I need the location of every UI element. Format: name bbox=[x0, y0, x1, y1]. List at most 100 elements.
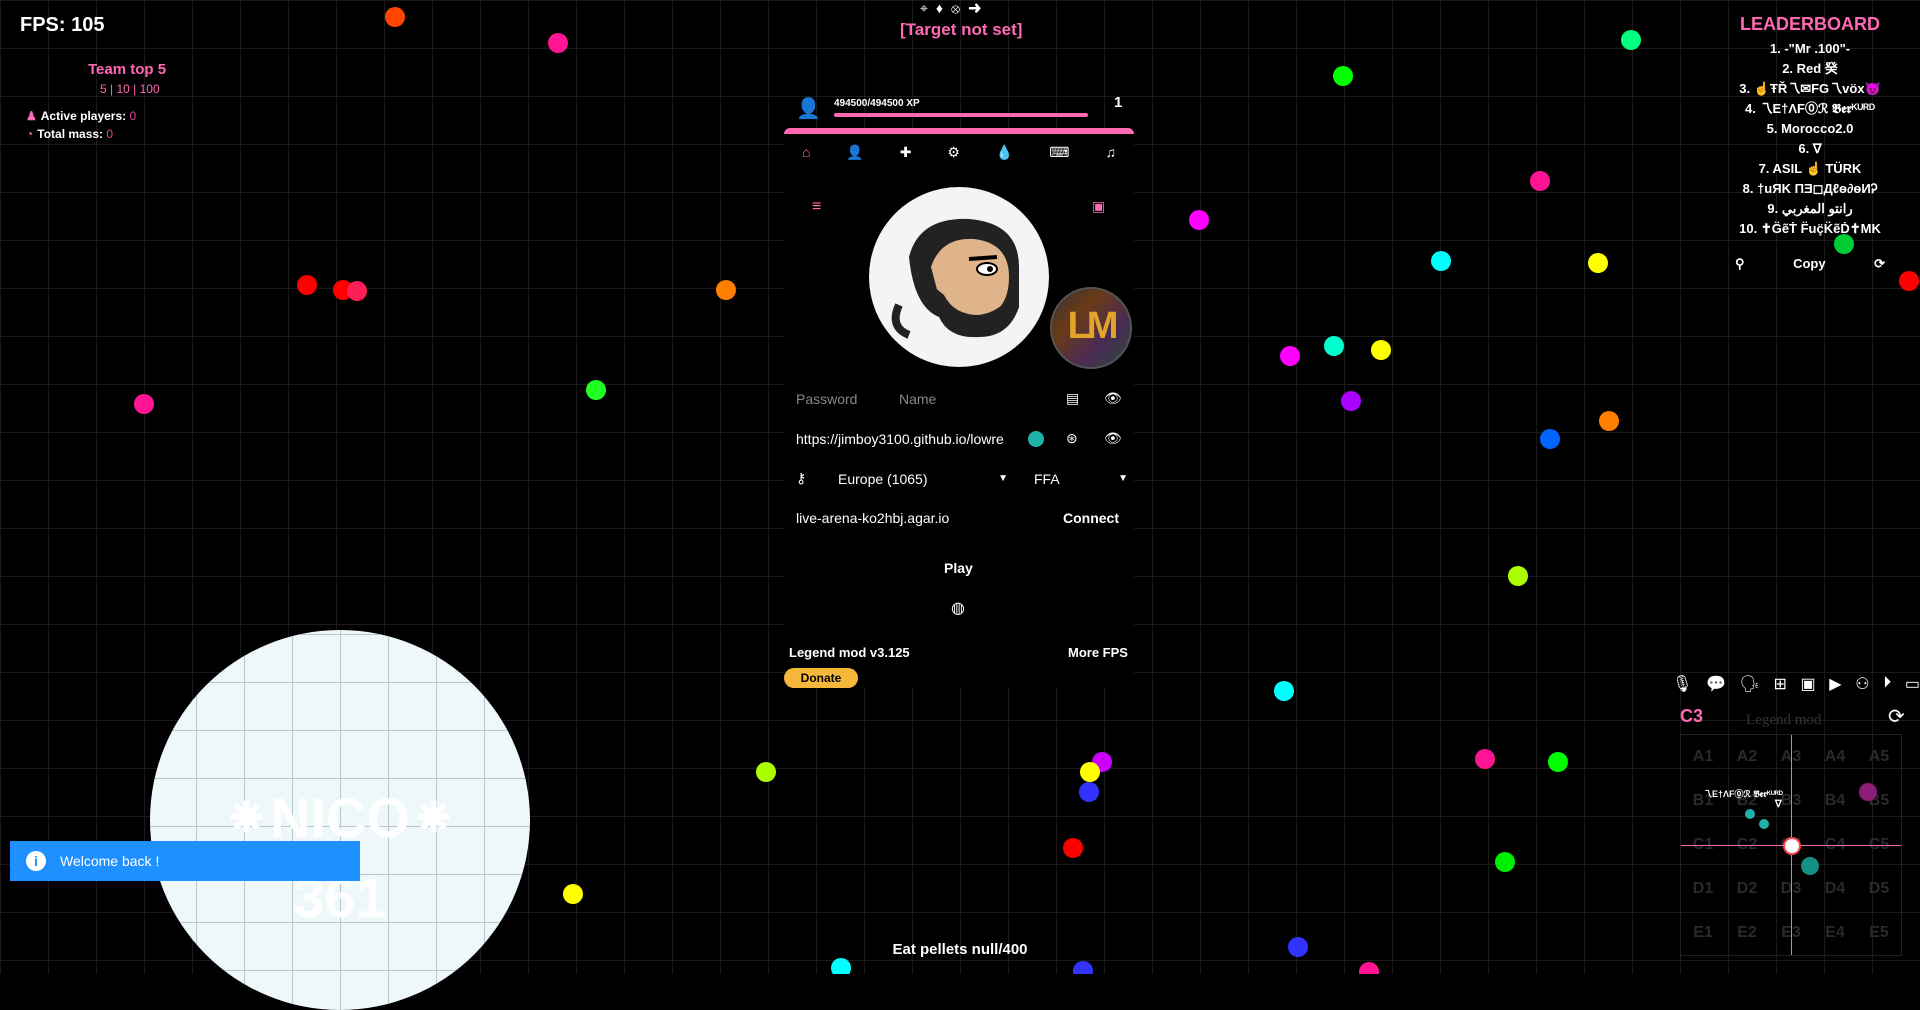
image-icon[interactable]: ▣ bbox=[1801, 674, 1816, 694]
chat-icon[interactable]: 💬 bbox=[1706, 674, 1726, 694]
minimap-cell: D1 bbox=[1692, 880, 1714, 897]
voice-icon[interactable]: 🗣 bbox=[1740, 674, 1760, 694]
leaderboard-item: 5. Morocco2.0 bbox=[1766, 121, 1854, 136]
leaderboard-list: 1. -"Mr .100"- 2. Red 癸 3. ☝ŦŘ乁✉FG乁vöx😈 4. … bbox=[1700, 39, 1920, 239]
minimap-cell: A1 bbox=[1692, 748, 1714, 765]
leaderboard-tools: ⚲ Copy ⟳ bbox=[1735, 256, 1885, 272]
server-input[interactable]: live-arena-ko2hbj.agar.io bbox=[796, 510, 949, 526]
refresh-icon[interactable]: ⟳ bbox=[1874, 256, 1885, 272]
minimap-cell: E2 bbox=[1737, 924, 1757, 941]
crosshair-icon[interactable]: ⌖ bbox=[920, 0, 936, 16]
microphone-icon[interactable]: 🎙 bbox=[1672, 674, 1692, 694]
food-pellet bbox=[1189, 210, 1209, 230]
donate-button[interactable]: Donate bbox=[784, 668, 858, 688]
drop-icon[interactable]: 💧 bbox=[996, 144, 1013, 161]
search-icon[interactable]: ⚲ bbox=[1735, 256, 1745, 272]
hamburger-icon[interactable]: ≡ bbox=[812, 198, 821, 216]
minimap-cell: B4 bbox=[1824, 792, 1846, 809]
password-input[interactable]: Password bbox=[796, 391, 857, 407]
color-picker[interactable] bbox=[1028, 431, 1044, 447]
minimap-dot bbox=[1859, 783, 1877, 801]
minimap-dot bbox=[1759, 819, 1769, 829]
food-pellet bbox=[563, 884, 583, 904]
team-top-title: Team top 5 bbox=[88, 61, 167, 78]
user-icon[interactable]: 👤 bbox=[846, 144, 863, 161]
play-icon[interactable]: ⏵ bbox=[1883, 674, 1891, 694]
close-circle-icon[interactable]: ⊗ bbox=[951, 0, 968, 16]
clan-tag-icon[interactable]: ▤ bbox=[1066, 390, 1079, 407]
food-pellet bbox=[1333, 66, 1353, 86]
welcome-toast[interactable]: i Welcome back ! bbox=[10, 841, 360, 881]
tree-icon[interactable]: ⊞ bbox=[1773, 674, 1786, 694]
food-pellet bbox=[1324, 336, 1344, 356]
eye-icon-2[interactable]: 👁 bbox=[1104, 430, 1122, 447]
pin-icon[interactable]: ♦ bbox=[936, 0, 951, 16]
food-pellet bbox=[347, 281, 367, 301]
leaderboard-item: 10. ✝G̈ẽṪ F̈uç̈K̈ẽḊ✝MK bbox=[1739, 221, 1881, 236]
food-pellet bbox=[716, 280, 736, 300]
food-pellet bbox=[1073, 961, 1093, 974]
gear-icon[interactable]: ⚙ bbox=[947, 144, 960, 161]
secondary-skin[interactable]: LM bbox=[1050, 287, 1132, 369]
team-top-sizes[interactable]: 5 | 10 | 100 bbox=[100, 82, 160, 96]
copy-button[interactable]: Copy bbox=[1793, 256, 1826, 272]
food-pellet bbox=[548, 33, 568, 53]
region-select[interactable]: Europe (1065) ▼ bbox=[838, 471, 1008, 487]
name-input[interactable]: Name bbox=[899, 391, 936, 407]
youtube-icon[interactable]: ▶ bbox=[1829, 674, 1841, 694]
food-pellet bbox=[1621, 30, 1641, 50]
globe-icon[interactable]: ◍ bbox=[951, 598, 965, 618]
music-icon[interactable]: ♫ bbox=[1105, 144, 1116, 160]
settings-circle-icon[interactable]: ⊛ bbox=[1066, 430, 1078, 447]
food-pellet bbox=[586, 380, 606, 400]
minimap-cell: A5 bbox=[1868, 748, 1890, 765]
eye-icon[interactable]: 👁 bbox=[1104, 390, 1122, 407]
minimap-cell: E1 bbox=[1693, 924, 1713, 941]
food-pellet bbox=[1540, 429, 1560, 449]
leaderboard-item: 6. ∇ bbox=[1798, 141, 1822, 156]
food-pellet bbox=[1079, 782, 1099, 802]
minimap-cell: A4 bbox=[1824, 748, 1846, 765]
image-icon[interactable]: ▣ bbox=[1092, 198, 1105, 215]
food-pellet bbox=[1080, 762, 1100, 782]
leaderboard-item: 8. †uЯK ΠƎ◻Дℓѳ∂ѳИᎮ bbox=[1742, 181, 1878, 196]
minimap-refresh-icon[interactable]: ⟳ bbox=[1888, 704, 1905, 729]
food-pellet bbox=[297, 275, 317, 295]
target-status: [Target not set] bbox=[900, 20, 1023, 39]
connect-button[interactable]: Connect bbox=[1063, 510, 1119, 526]
pacman-icon: ◔ bbox=[26, 127, 34, 141]
leaderboard-item: 2. Red 癸 bbox=[1782, 61, 1838, 76]
more-fps-button[interactable]: More FPS bbox=[1068, 645, 1128, 660]
minimap-cell: A2 bbox=[1736, 748, 1758, 765]
food-pellet bbox=[1288, 937, 1308, 957]
monitor-icon[interactable]: ▭ bbox=[1905, 674, 1920, 694]
keyboard-icon[interactable]: ⌨ bbox=[1049, 144, 1069, 161]
menu-tabs: ⌂ 👤 ✚ ⚙ 💧 ⌨ ♫ bbox=[784, 138, 1134, 166]
dropdown-arrow-icon: ▼ bbox=[1118, 473, 1128, 484]
profile-user-icon: 👤 bbox=[796, 98, 821, 120]
play-button[interactable]: Play bbox=[944, 560, 973, 576]
food-pellet bbox=[1274, 681, 1294, 701]
food-pellet bbox=[1599, 411, 1619, 431]
binoculars-icon[interactable]: ⚇ bbox=[1855, 674, 1869, 694]
mod-title: Legend mod v3.125 bbox=[789, 645, 910, 660]
minimap-cell: E5 bbox=[1869, 924, 1889, 941]
food-pellet bbox=[1371, 340, 1391, 360]
leaderboard: LEADERBOARD 1. -"Mr .100"- 2. Red 癸 3. ☝ŦŘ… bbox=[1700, 14, 1920, 239]
player-icon: ♟ bbox=[26, 109, 37, 123]
minimap[interactable]: A1A2A3A4A5B1B2B3B4B5C1C2C3C4C5D1D2D3D4D5… bbox=[1680, 734, 1902, 956]
skin-url-input[interactable]: https://jimboy3100.github.io/lowre bbox=[796, 431, 1006, 447]
food-pellet bbox=[1588, 253, 1608, 273]
avatar[interactable] bbox=[869, 187, 1049, 367]
skin-logo-letters: LM bbox=[1067, 305, 1119, 347]
arrow-right-icon[interactable]: ➜ bbox=[968, 0, 989, 16]
key-icon[interactable]: ⚷ bbox=[796, 470, 806, 487]
mode-select[interactable]: FFA ▼ bbox=[1034, 471, 1128, 487]
puzzle-icon[interactable]: ✚ bbox=[900, 144, 912, 161]
toast-message: Welcome back ! bbox=[60, 853, 160, 869]
active-players-value: 0 bbox=[129, 109, 137, 123]
food-pellet bbox=[1508, 566, 1528, 586]
home-icon[interactable]: ⌂ bbox=[802, 144, 810, 160]
leaderboard-title: LEADERBOARD bbox=[1739, 14, 1880, 34]
minimap-cell: D2 bbox=[1736, 880, 1758, 897]
